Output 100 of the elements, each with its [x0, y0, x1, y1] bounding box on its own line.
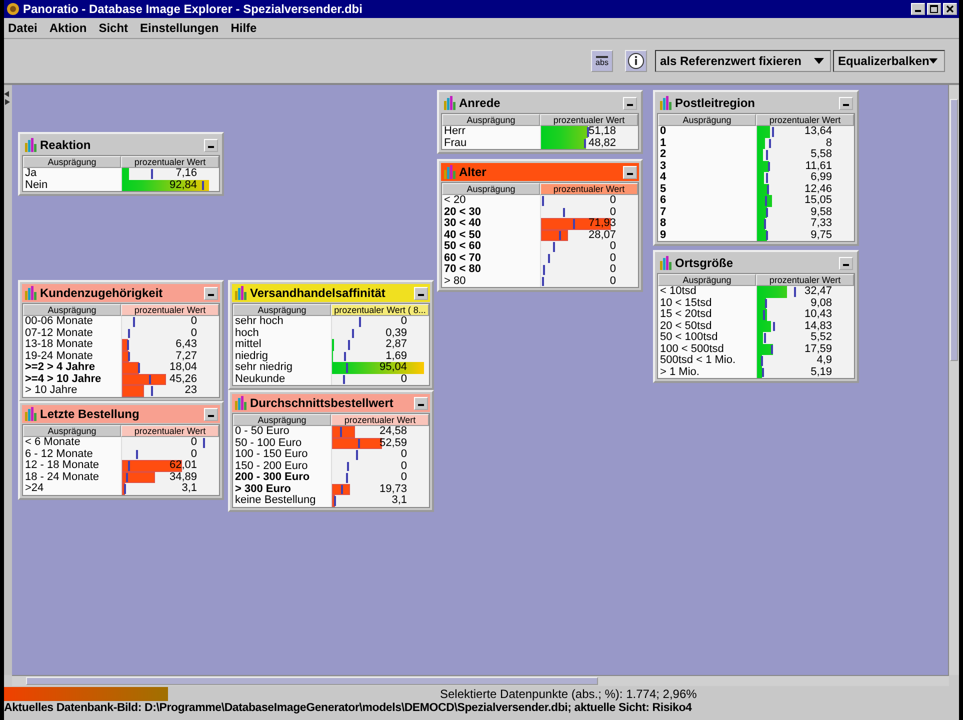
value-text: 5,58	[810, 149, 832, 160]
category-label: 8	[659, 218, 668, 230]
info-button[interactable]	[625, 50, 647, 72]
category-label: > 300 Euro	[234, 484, 292, 495]
value-text: 0	[610, 195, 616, 206]
category-label: 50 - 100 Euro	[234, 438, 303, 449]
reference-marker	[151, 386, 154, 396]
minimize-button[interactable]	[414, 286, 428, 300]
chart-panel[interactable]: Ortsgröße Ausprägung prozentualer Wert < 10tsd 32,47 10 < 15tsd 9,08 15 < 20tsd 10,43 20 < 50tsd 14,83 50 < 100tsd 5,52 100 < 500tsd 17,59 500tsd < 1 Mio. 4,9 > 1 Mio. 5,19	[653, 250, 859, 383]
bar-chart-icon	[234, 286, 248, 300]
menu-item[interactable]: Einstellungen	[140, 21, 219, 35]
reference-marker	[344, 352, 346, 361]
value-text: 0	[400, 449, 407, 460]
column-header[interactable]: prozentualer Wert	[121, 156, 219, 168]
category-label: mittel	[234, 339, 262, 350]
column-header[interactable]: Ausprägung	[442, 114, 540, 126]
reference-marker	[203, 438, 206, 448]
minimize-button[interactable]	[414, 396, 428, 410]
menu-item[interactable]: Hilfe	[230, 21, 257, 35]
menu-item[interactable]: Datei	[8, 21, 38, 35]
category-label: >24	[24, 483, 45, 494]
dropdown[interactable]: Equalizerbalken	[833, 50, 945, 72]
category-label: 10 < 15tsd	[659, 298, 713, 309]
column-header[interactable]: Ausprägung	[23, 156, 121, 168]
column-header[interactable]: prozentualer Wert	[331, 414, 429, 426]
column-header[interactable]: prozentualer Wert	[756, 274, 854, 286]
chart-panel[interactable]: Versandhandelsaffinität Ausprägung prozentualer Wert ( 8... sehr hoch 0 hoch 0,39 mittel 2,87 niedrig 1,69 sehr niedrig 95,04 Neukunde 0	[228, 280, 434, 390]
reference-marker	[766, 150, 768, 160]
maximize-button[interactable]	[927, 3, 941, 15]
reference-marker	[126, 340, 129, 350]
category-label: keine Bestellung	[234, 495, 317, 506]
reference-marker	[352, 328, 354, 338]
minimize-button[interactable]	[623, 96, 637, 110]
value-text: 34,89	[169, 472, 197, 483]
column-header[interactable]: Ausprägung	[23, 304, 121, 316]
value-text: 32,47	[804, 286, 832, 298]
reference-marker	[542, 265, 545, 274]
category-label: Herr	[443, 126, 466, 138]
abs-button[interactable]: abs	[591, 50, 613, 72]
column-header[interactable]: prozentualer Wert	[756, 114, 854, 126]
reference-marker	[126, 472, 128, 482]
info-icon	[627, 52, 645, 70]
value-text: 2,87	[386, 339, 407, 350]
category-label: 3	[659, 160, 668, 172]
panel-title: Anrede	[459, 96, 502, 110]
minimize-button[interactable]	[204, 408, 218, 420]
status-text: Aktuelles Datenbank-Bild: D:\Programme\DatabaseImageGenerator\models\DEMOCD\Spezialversender.dbi; aktuelle Sicht: Risiko4	[4, 702, 693, 716]
minimize-button[interactable]	[839, 256, 853, 270]
chart-panel[interactable]: Reaktion Ausprägung prozentualer Wert Ja 7,16 Nein 92,84	[18, 132, 224, 196]
column-header[interactable]: prozentualer Wert	[540, 114, 638, 126]
dropdown[interactable]: als Referenzwert fixieren	[655, 50, 831, 72]
app-icon	[6, 2, 20, 16]
column-header[interactable]: Ausprägung	[658, 114, 756, 126]
column-header[interactable]: Ausprägung	[233, 304, 331, 316]
value-text: 13,64	[804, 126, 832, 138]
arrow-icon[interactable]	[4, 91, 10, 105]
vertical-scrollbar[interactable]	[948, 85, 959, 675]
reference-marker	[542, 196, 544, 206]
value-text: 3,1	[182, 483, 197, 494]
reference-marker	[124, 484, 126, 494]
panel-title: Letzte Bestellung	[40, 407, 140, 421]
value-text: 0	[190, 328, 197, 339]
reference-marker	[138, 363, 140, 372]
value-text: 7,16	[176, 168, 197, 180]
close-button[interactable]	[943, 3, 957, 15]
minimize-button[interactable]	[839, 96, 853, 110]
caret-icon	[929, 58, 938, 64]
reference-marker	[764, 219, 766, 228]
column-header[interactable]: Ausprägung	[233, 414, 331, 426]
reference-marker	[202, 180, 204, 190]
category-label: 70 < 80	[443, 264, 482, 276]
column-header[interactable]: Ausprägung	[658, 274, 756, 286]
value-text: 12,46	[804, 184, 832, 195]
chart-panel[interactable]: Postleitregion Ausprägung prozentualer Wert 0 13,64 1 8 2 5,58 3 11,61 4 6,99 5 12,46 6 15,05 7 9,58 8 7,33 9 9,75	[653, 90, 859, 246]
value-text: 0	[610, 264, 616, 276]
column-header[interactable]: prozentualer Wert ( 8...	[331, 304, 429, 316]
value-text: 48,82	[588, 138, 616, 149]
horizontal-scrollbar[interactable]	[12, 675, 949, 686]
bar-chart-icon	[24, 407, 38, 421]
minimize-button[interactable]	[911, 3, 925, 15]
minimize-button[interactable]	[204, 286, 218, 300]
menu-item[interactable]: Sicht	[98, 21, 128, 35]
category-label: 30 < 40	[443, 218, 482, 230]
chart-panel[interactable]: Kundenzugehörigkeit Ausprägung prozentualer Wert 00-06 Monate 0 07-12 Monate 0 13-18 Monate 6,43 19-24 Monate 7,27 >=2 > 4 Jahre 18,04 >=4 > 10 Jahre 45,26 > 10 Jahre 23	[18, 280, 224, 402]
column-header[interactable]: prozentualer Wert	[121, 425, 219, 437]
column-header[interactable]: Ausprägung	[442, 183, 540, 195]
reference-marker	[794, 287, 796, 296]
panel-title: Kundenzugehörigkeit	[40, 286, 164, 300]
column-header[interactable]: Ausprägung	[23, 425, 121, 437]
menu-item[interactable]: Aktion	[49, 21, 87, 35]
minimize-button[interactable]	[204, 138, 218, 152]
minimize-button[interactable]	[623, 166, 637, 178]
column-header[interactable]: prozentualer Wert	[540, 183, 638, 195]
category-label: 200 - 300 Euro	[234, 472, 311, 484]
reference-marker	[128, 461, 130, 470]
column-header[interactable]: prozentualer Wert	[121, 304, 219, 316]
value-text: 0	[610, 276, 616, 287]
chart-panel[interactable]: Anrede Ausprägung prozentualer Wert Herr 51,18 Frau 48,82	[437, 90, 643, 154]
caret-icon	[814, 58, 824, 64]
category-label: Frau	[443, 138, 468, 149]
